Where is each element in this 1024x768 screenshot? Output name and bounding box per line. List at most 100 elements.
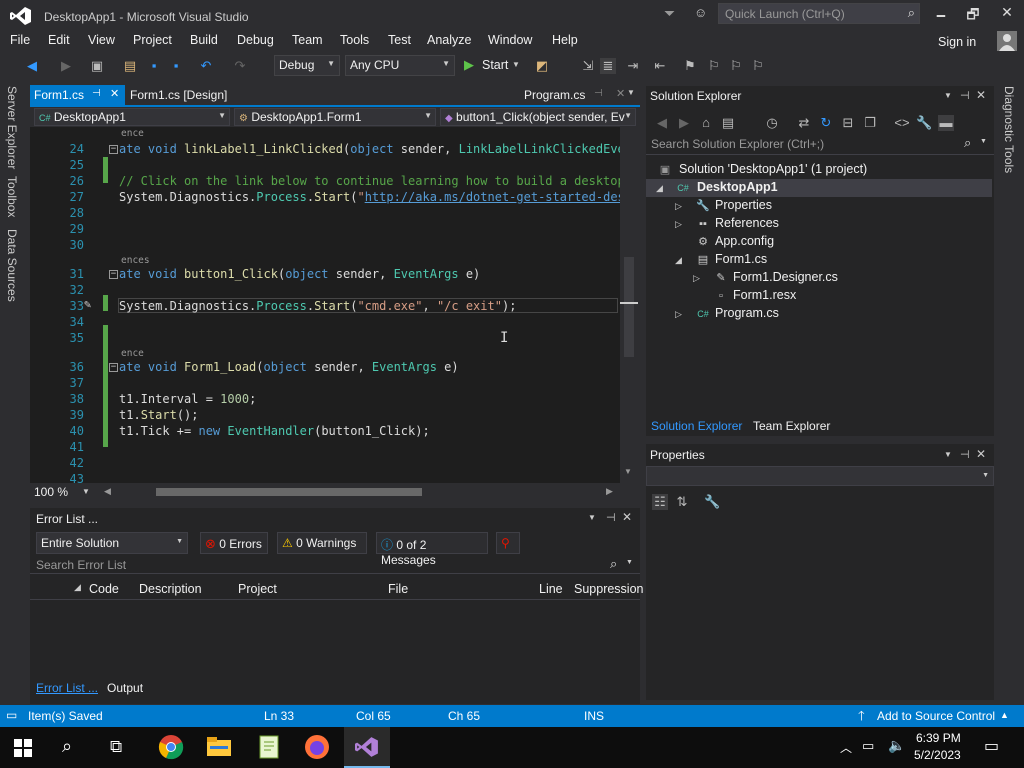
comment-out-icon[interactable]: ≣ bbox=[600, 58, 616, 74]
notification-filter-icon[interactable]: ⏷ bbox=[664, 5, 680, 23]
column-project[interactable]: Project bbox=[238, 582, 277, 596]
refresh-icon[interactable]: ↻ bbox=[818, 115, 834, 131]
close-icon[interactable]: ✕ bbox=[622, 510, 632, 524]
chevron-down-icon[interactable]: ▼ bbox=[82, 487, 90, 496]
file-explorer-icon[interactable] bbox=[206, 734, 232, 760]
sign-in-link[interactable]: Sign in bbox=[938, 35, 976, 49]
navigate-back-icon[interactable]: ◀ bbox=[24, 58, 40, 74]
data-sources-tab[interactable]: Data Sources bbox=[5, 229, 19, 302]
menu-file[interactable]: File bbox=[10, 33, 30, 47]
windows-start-icon[interactable] bbox=[14, 739, 32, 757]
tab-error-list[interactable]: Error List ... bbox=[36, 681, 98, 695]
collapsed-arrow-icon[interactable]: ▷ bbox=[675, 201, 682, 212]
pin-icon[interactable]: ⊣ bbox=[606, 511, 616, 524]
add-to-source-control-button[interactable]: Add to Source Control bbox=[877, 709, 995, 723]
start-debugging-button[interactable]: ▶ Start ▼ bbox=[462, 57, 524, 75]
references-codelens[interactable]: ence bbox=[121, 128, 144, 139]
collapsed-arrow-icon[interactable]: ▷ bbox=[675, 219, 682, 230]
tab-solution-explorer[interactable]: Solution Explorer bbox=[651, 419, 742, 433]
tree-project[interactable]: DesktopApp1 bbox=[697, 180, 778, 194]
network-icon[interactable]: ▭ bbox=[862, 738, 874, 754]
window-position-icon[interactable]: ▼ bbox=[944, 91, 952, 100]
references-codelens[interactable]: ence bbox=[121, 348, 144, 359]
tab-overflow-icon[interactable]: ▼ bbox=[627, 88, 635, 97]
save-icon[interactable]: ▪ bbox=[146, 58, 162, 74]
clear-bookmarks-icon[interactable]: ⚐ bbox=[750, 58, 766, 74]
column-file[interactable]: File bbox=[388, 582, 408, 596]
expanded-arrow-icon[interactable]: ◢ bbox=[675, 255, 682, 266]
chrome-icon[interactable] bbox=[158, 734, 184, 760]
undo-icon[interactable]: ↶ bbox=[198, 58, 214, 74]
scroll-thumb[interactable] bbox=[624, 257, 634, 357]
solution-platform-dropdown[interactable]: Any CPU ▼ bbox=[345, 55, 455, 76]
chevron-up-icon[interactable]: ▲ bbox=[1000, 710, 1009, 720]
back-icon[interactable]: ◀ bbox=[654, 115, 670, 131]
feedback-icon[interactable]: ☺ bbox=[694, 5, 710, 23]
build-intellisense-filter-icon[interactable]: ⚲ bbox=[496, 532, 520, 554]
close-icon[interactable]: ✕ bbox=[110, 87, 119, 100]
sync-with-document-icon[interactable]: ⇄ bbox=[796, 115, 812, 131]
code-editor[interactable]: ence 24 − ate void linkLabel1_LinkClicke… bbox=[30, 127, 624, 483]
project-dropdown[interactable]: C# DesktopApp1 ▼ bbox=[34, 108, 230, 126]
close-icon[interactable]: ✕ bbox=[976, 447, 986, 461]
tree-form1-cs[interactable]: Form1.cs bbox=[715, 252, 767, 266]
collapse-icon[interactable]: − bbox=[109, 145, 118, 154]
firefox-icon[interactable] bbox=[304, 734, 330, 760]
window-position-icon[interactable]: ▼ bbox=[588, 513, 596, 522]
navigate-forward-icon[interactable]: ▶ bbox=[58, 58, 74, 74]
account-icon[interactable] bbox=[997, 31, 1017, 51]
references-codelens[interactable]: ences bbox=[121, 255, 150, 266]
menu-debug[interactable]: Debug bbox=[237, 33, 274, 47]
object-selector-dropdown[interactable]: ▼ bbox=[646, 466, 994, 486]
column-suppression[interactable]: Suppression bbox=[574, 582, 644, 596]
pin-icon[interactable]: ⊣ bbox=[960, 448, 970, 461]
tree-program-cs[interactable]: Program.cs bbox=[715, 306, 779, 320]
volume-icon[interactable]: 🔈 bbox=[888, 737, 905, 754]
column-line[interactable]: Line bbox=[539, 582, 563, 596]
scroll-down-icon[interactable]: ▼ bbox=[624, 467, 632, 476]
view-code-icon[interactable]: <> bbox=[894, 115, 910, 131]
close-button[interactable]: ✕ bbox=[992, 4, 1022, 24]
collapsed-arrow-icon[interactable]: ▷ bbox=[693, 273, 700, 284]
task-view-icon[interactable]: ⧉ bbox=[110, 737, 122, 757]
property-pages-icon[interactable]: 🔧 bbox=[704, 494, 720, 510]
clock-time[interactable]: 6:39 PM bbox=[916, 731, 961, 745]
error-search-input[interactable]: Search Error List ⌕ ▼ bbox=[30, 556, 640, 574]
bookmark-icon[interactable]: ⚑ bbox=[682, 58, 698, 74]
column-code[interactable]: Code bbox=[89, 582, 119, 596]
next-bookmark-icon[interactable]: ⚐ bbox=[728, 58, 744, 74]
messages-filter-button[interactable]: ⓘ 0 of 2 Messages bbox=[376, 532, 488, 567]
collapsed-arrow-icon[interactable]: ▷ bbox=[675, 309, 682, 320]
tab-form1-design[interactable]: Form1.cs [Design] bbox=[126, 85, 266, 105]
quick-actions-icon[interactable]: ✎ bbox=[84, 297, 100, 313]
menu-team[interactable]: Team bbox=[292, 33, 323, 47]
action-center-icon[interactable]: ▭ bbox=[984, 736, 999, 756]
expanded-arrow-icon[interactable]: ◢ bbox=[656, 183, 663, 194]
search-icon[interactable]: ⌕ bbox=[62, 736, 72, 757]
solution-search-input[interactable]: Search Solution Explorer (Ctrl+;) ⌕ ▼ bbox=[646, 135, 994, 155]
menu-tools[interactable]: Tools bbox=[340, 33, 369, 47]
menu-analyze[interactable]: Analyze bbox=[427, 33, 471, 47]
menu-help[interactable]: Help bbox=[552, 33, 578, 47]
tab-output[interactable]: Output bbox=[107, 681, 143, 695]
tree-properties[interactable]: Properties bbox=[715, 198, 772, 212]
class-dropdown[interactable]: ⚙ DesktopApp1.Form1 ▼ bbox=[234, 108, 436, 126]
home-icon[interactable]: ⌂ bbox=[698, 115, 714, 131]
clock-date[interactable]: 5/2/2023 bbox=[914, 748, 961, 762]
editor-vertical-scrollbar[interactable]: ▼ bbox=[620, 127, 638, 483]
menu-test[interactable]: Test bbox=[388, 33, 411, 47]
pin-icon[interactable]: ⊣ bbox=[92, 88, 101, 99]
alphabetical-icon[interactable]: ⇅ bbox=[674, 494, 690, 510]
menu-project[interactable]: Project bbox=[133, 33, 172, 47]
menu-view[interactable]: View bbox=[88, 33, 115, 47]
error-scope-dropdown[interactable]: Entire Solution ▼ bbox=[36, 532, 188, 554]
member-dropdown[interactable]: ◆ button1_Click(object sender, Ev ▼ bbox=[440, 108, 636, 126]
forward-icon[interactable]: ▶ bbox=[676, 115, 692, 131]
column-description[interactable]: Description bbox=[139, 582, 202, 596]
restore-button[interactable]: 🗗 bbox=[958, 4, 988, 24]
new-project-icon[interactable]: ▣ bbox=[89, 58, 105, 74]
close-icon[interactable]: ✕ bbox=[616, 87, 625, 100]
taskbar-visual-studio[interactable] bbox=[344, 727, 390, 768]
quick-launch-input[interactable]: Quick Launch (Ctrl+Q) ⌕ bbox=[718, 3, 920, 24]
horizontal-scroll-thumb[interactable] bbox=[156, 488, 422, 496]
